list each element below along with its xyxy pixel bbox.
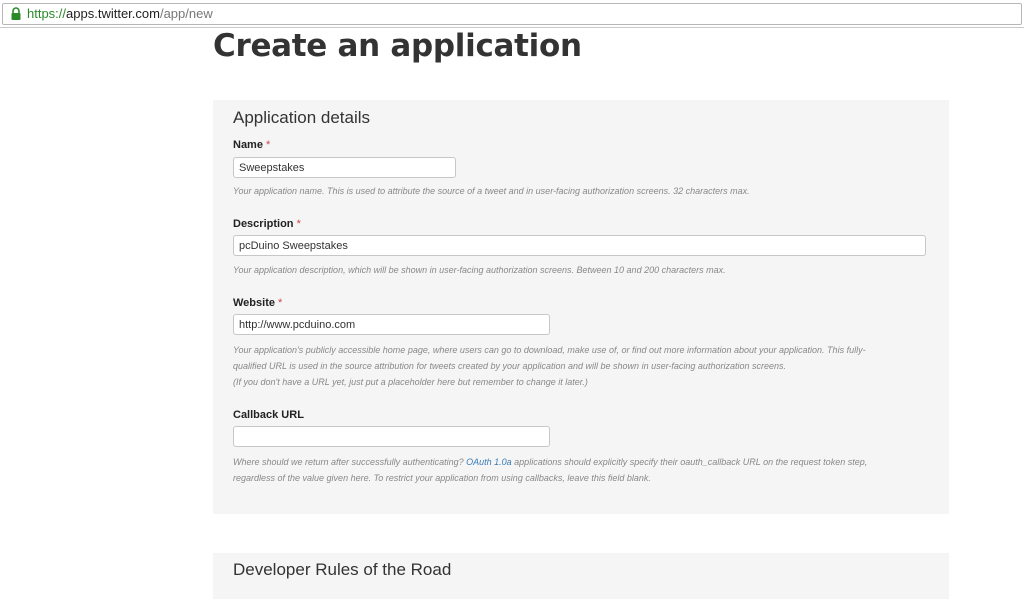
lock-icon [11,7,21,20]
website-help-line-1: Your application's publicly accessible h… [233,345,866,355]
callback-help-line-2: regardless of the value given here. To r… [233,473,651,483]
website-help-line-3: (If you don't have a URL yet, just put a… [233,377,588,387]
url-scheme: https:// [27,6,67,21]
url-host: apps.twitter.com [66,6,160,21]
required-marker: * [296,218,301,230]
required-marker: * [278,297,283,309]
section-title-application-details: Application details [233,108,371,127]
website-help-line-2: qualified URL is used in the source attr… [233,361,786,371]
callback-help-text-before: Where should we return after successfull… [233,457,467,467]
section-title-developer-rules: Developer Rules of the Road [233,560,452,579]
callback-help-line-1: Where should we return after successfull… [233,454,867,470]
page-title: Create an application [213,28,582,64]
callback-url-label-text: Callback URL [233,409,304,421]
url-path: /app/new [159,6,213,21]
callback-url-label: Callback URL [233,408,304,422]
name-help-text: Your application name. This is used to a… [233,186,750,196]
oauth-link[interactable]: OAuth 1.0a [466,457,512,467]
developer-rules-panel: Developer Rules of the Road [213,553,949,599]
url-text[interactable]: https://apps.twitter.com/app/new [27,6,213,22]
browser-address-bar: https://apps.twitter.com/app/new [0,0,1024,28]
website-label-text: Website [233,297,275,309]
callback-url-input[interactable] [233,426,550,447]
website-label: Website * [233,296,282,310]
name-input[interactable] [233,157,456,178]
description-label: Description * [233,217,301,231]
website-input[interactable] [233,314,550,335]
callback-help-text-after: applications should explicitly specify t… [511,457,868,467]
description-label-text: Description [233,218,294,230]
url-field[interactable]: https://apps.twitter.com/app/new [2,3,1022,25]
name-label: Name * [233,138,270,152]
description-help-text: Your application description, which will… [233,265,726,275]
name-label-text: Name [233,139,263,151]
application-details-panel: Application details Name * Your applicat… [213,100,949,514]
description-input[interactable] [233,235,926,256]
required-marker: * [266,139,271,151]
